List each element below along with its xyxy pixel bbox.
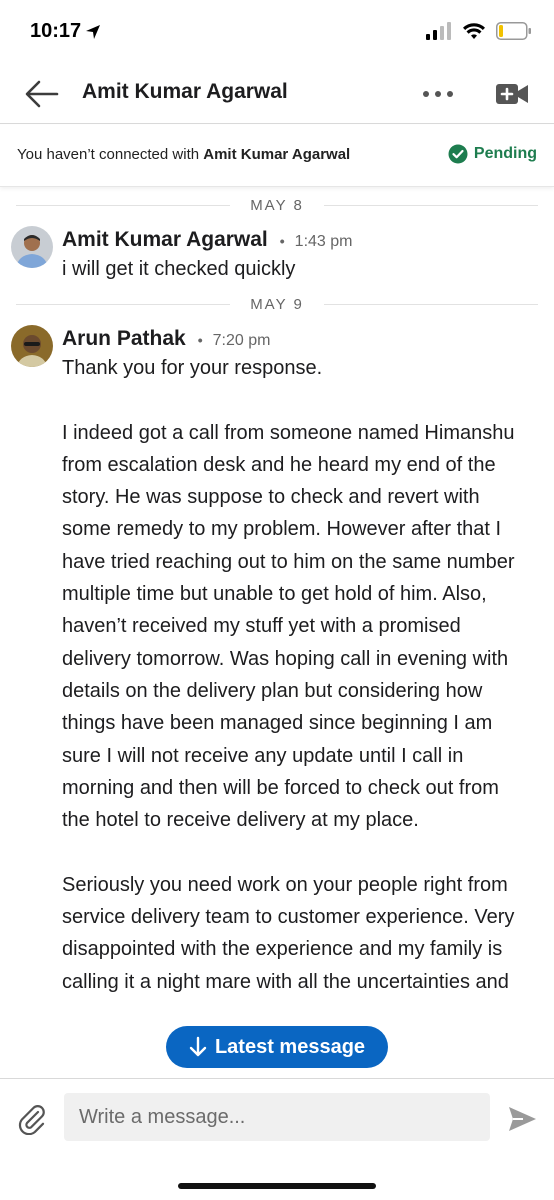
location-arrow-icon bbox=[86, 24, 101, 39]
avatar[interactable] bbox=[11, 226, 53, 268]
message-time: 1:43 pm bbox=[294, 233, 353, 250]
banner-contact-name: Amit Kumar Agarwal bbox=[203, 146, 351, 163]
home-indicator bbox=[178, 1183, 376, 1189]
connection-status-text: You haven’t connected with Amit Kumar Ag… bbox=[17, 146, 351, 163]
date-separator: MAY 8 bbox=[0, 195, 554, 215]
conversation-title[interactable]: Amit Kumar Agarwal bbox=[82, 80, 288, 104]
video-call-button[interactable] bbox=[494, 80, 530, 108]
send-button[interactable] bbox=[506, 1103, 538, 1135]
message-composer bbox=[0, 1078, 554, 1200]
send-icon bbox=[509, 1107, 536, 1131]
arrow-down-icon bbox=[189, 1036, 207, 1057]
message-input[interactable] bbox=[64, 1093, 490, 1141]
person-photo-icon bbox=[11, 325, 53, 367]
message-sender[interactable]: Arun Pathak • 7:20 pm bbox=[62, 327, 270, 351]
attach-button[interactable] bbox=[16, 1103, 48, 1136]
person-photo-icon bbox=[11, 226, 53, 268]
avatar[interactable] bbox=[11, 325, 53, 367]
status-icons bbox=[426, 22, 532, 40]
paperclip-icon bbox=[18, 1105, 45, 1136]
video-call-icon bbox=[496, 84, 528, 104]
latest-message-button[interactable]: Latest message bbox=[166, 1026, 388, 1068]
battery-icon bbox=[496, 22, 531, 40]
message-time: 7:20 pm bbox=[212, 332, 271, 349]
conversation-header: Amit Kumar Agarwal bbox=[0, 64, 554, 124]
message-list[interactable]: MAY 8 Amit Kumar Agarwal • 1:43 pm i wil… bbox=[0, 188, 554, 1078]
more-options-button[interactable] bbox=[420, 82, 456, 106]
status-time: 10:17 bbox=[30, 20, 101, 43]
back-arrow-icon bbox=[25, 80, 59, 108]
status-bar: 10:17 bbox=[0, 0, 554, 64]
message-sender[interactable]: Amit Kumar Agarwal • 1:43 pm bbox=[62, 228, 352, 252]
pending-status: Pending bbox=[448, 144, 537, 164]
date-separator: MAY 9 bbox=[0, 294, 554, 314]
message-body: i will get it checked quickly bbox=[62, 258, 296, 280]
connection-banner: You haven’t connected with Amit Kumar Ag… bbox=[0, 125, 554, 187]
cellular-signal-icon bbox=[426, 22, 451, 40]
message-body: Thank you for your response. I indeed go… bbox=[62, 357, 515, 993]
wifi-icon bbox=[463, 23, 485, 39]
check-circle-icon bbox=[448, 144, 468, 164]
back-button[interactable] bbox=[24, 78, 60, 110]
more-icon bbox=[423, 91, 453, 97]
